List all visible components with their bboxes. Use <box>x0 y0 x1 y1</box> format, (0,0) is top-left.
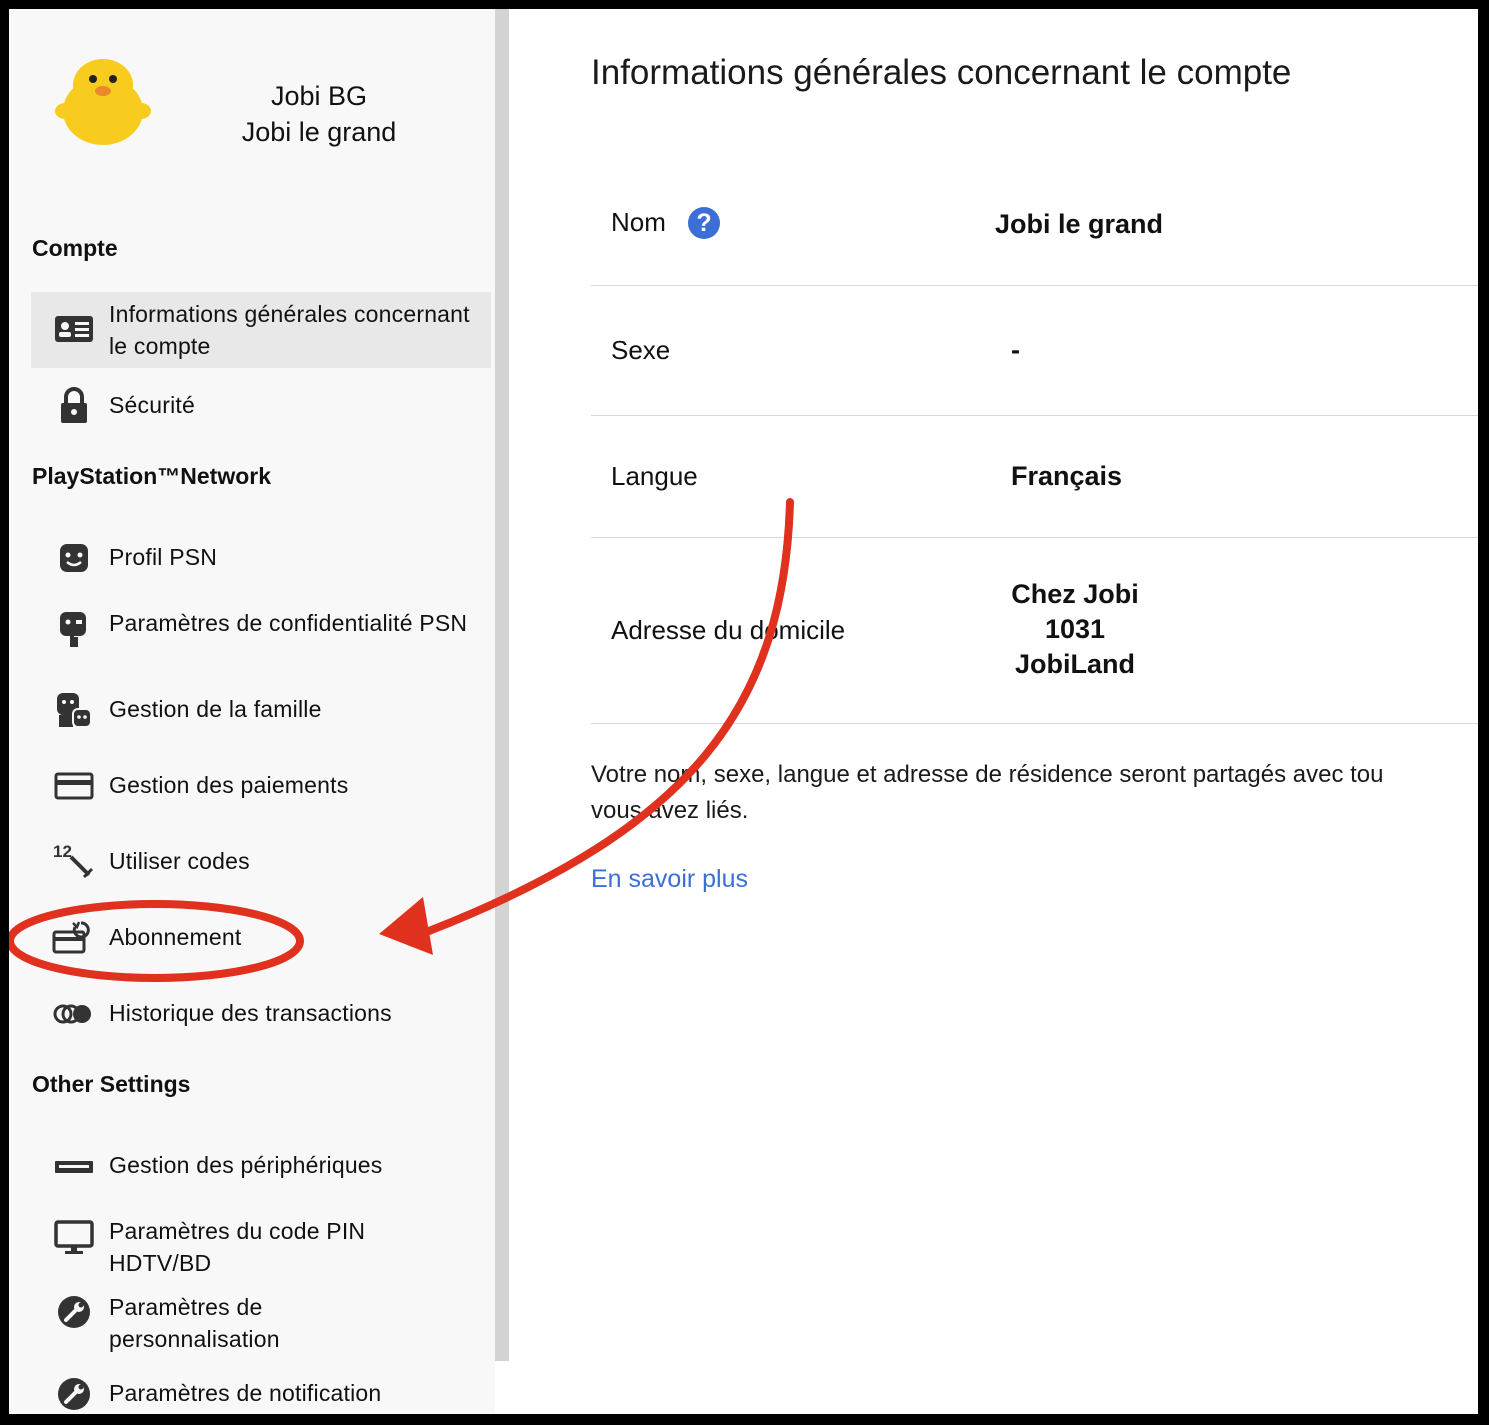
main-content: Informations générales concernant le com… <box>509 9 1478 1414</box>
subscription-icon <box>52 921 90 954</box>
address-line: JobiLand <box>1015 649 1135 679</box>
sidebar-item-devices[interactable]: Gestion des périphériques <box>31 1143 491 1189</box>
family-icon <box>57 693 92 728</box>
credit-card-icon <box>54 772 94 800</box>
info-label-text: Nom <box>611 207 666 237</box>
sidebar-item-subscription[interactable]: Abonnement <box>31 915 491 961</box>
sidebar-item-account-info[interactable]: Informations générales concernant le com… <box>31 292 491 368</box>
sharing-note-line: vous avez liés. <box>591 797 749 824</box>
sharing-note: Votre nom, sexe, langue et adresse de ré… <box>591 757 1478 829</box>
sidebar-item-label: Abonnement <box>109 924 242 950</box>
scrollbar-thumb[interactable] <box>495 9 509 1361</box>
info-row-name: Nom ? Jobi le grand <box>591 161 1478 286</box>
help-icon[interactable]: ? <box>688 207 720 239</box>
sidebar-item-psn-profile[interactable]: Profil PSN <box>31 535 491 581</box>
transactions-icon <box>53 1004 91 1024</box>
info-value-name: Jobi le grand <box>995 209 1164 239</box>
address-line: 1031 <box>1044 614 1106 644</box>
section-heading-compte: Compte <box>32 235 118 261</box>
user-full-name: Jobi le grand <box>241 117 397 147</box>
monitor-icon <box>54 1220 94 1254</box>
sidebar-item-family[interactable]: Gestion de la famille <box>31 687 491 733</box>
info-label: Langue <box>611 461 698 491</box>
sidebar-item-label: Informations générales concernant le com… <box>109 301 470 359</box>
sidebar-item-label: Paramètres de personnalisation <box>109 1294 280 1352</box>
sidebar-item-transactions[interactable]: Historique des transactions <box>31 991 491 1037</box>
sidebar-item-label: Gestion des paiements <box>109 772 349 798</box>
info-value-gender: - <box>1011 335 1020 365</box>
svg-text:12: 12 <box>53 842 72 861</box>
sidebar-item-security[interactable]: Sécurité <box>31 383 491 429</box>
sidebar-item-label: Profil PSN <box>109 544 218 570</box>
sidebar-item-label: Paramètres du code PIN HDTV/BD <box>109 1218 366 1276</box>
user-display-name: Jobi BG <box>270 81 368 111</box>
wrench-icon <box>58 1296 90 1328</box>
face-icon <box>60 544 88 572</box>
sidebar-item-notifications[interactable]: Paramètres de notification <box>31 1371 491 1414</box>
sidebar-item-label: Gestion des périphériques <box>109 1152 383 1178</box>
info-row-language: Langue Français <box>591 415 1478 538</box>
info-row-gender: Sexe - <box>591 285 1478 416</box>
app-window: Jobi BG Jobi le grand Compte Information… <box>9 9 1478 1414</box>
privacy-icon <box>60 612 86 647</box>
sidebar-item-personalization[interactable]: Paramètres de personnalisation <box>31 1285 331 1352</box>
sidebar-item-pin-settings[interactable]: Paramètres du code PIN HDTV/BD <box>31 1209 451 1276</box>
sharing-note-line: Votre nom, sexe, langue et adresse de ré… <box>591 761 1384 788</box>
page-title: Informations générales concernant le com… <box>591 53 1292 92</box>
sidebar-item-label: Historique des transactions <box>109 1000 392 1026</box>
avatar[interactable] <box>49 49 157 149</box>
redeem-code-icon: 12 <box>53 842 94 879</box>
lock-icon <box>61 387 87 423</box>
sidebar: Jobi BG Jobi le grand Compte Information… <box>9 9 495 1414</box>
section-heading-psn: PlayStation™Network <box>32 463 271 489</box>
info-row-address: Adresse du domicile Chez Jobi 1031 JobiL… <box>591 537 1478 724</box>
device-icon <box>55 1161 93 1173</box>
sidebar-item-psn-privacy[interactable]: Paramètres de confidentialité PSN <box>31 601 471 667</box>
wrench-icon <box>58 1378 90 1410</box>
sidebar-item-label: Paramètres de confidentialité PSN <box>109 610 468 636</box>
info-label: Sexe <box>611 335 671 365</box>
address-line: Chez Jobi <box>1011 579 1139 609</box>
section-heading-other-settings: Other Settings <box>32 1071 191 1097</box>
sidebar-item-label: Gestion de la famille <box>109 696 322 722</box>
info-label: Nom <box>611 207 666 238</box>
sidebar-scrollbar[interactable] <box>495 9 509 1361</box>
sidebar-item-label: Utiliser codes <box>109 848 250 874</box>
learn-more-link[interactable]: En savoir plus <box>591 865 748 894</box>
sidebar-item-label: Sécurité <box>109 392 195 418</box>
info-label: Adresse du domicile <box>611 615 846 645</box>
info-value-address: Chez Jobi 1031 JobiLand <box>995 577 1155 682</box>
sidebar-item-label: Paramètres de notification <box>109 1380 382 1406</box>
id-card-icon <box>55 316 93 342</box>
sidebar-item-redeem-codes[interactable]: 12 Utiliser codes <box>31 839 491 885</box>
info-value-language: Français <box>1011 461 1123 491</box>
sidebar-item-payments[interactable]: Gestion des paiements <box>31 763 491 809</box>
